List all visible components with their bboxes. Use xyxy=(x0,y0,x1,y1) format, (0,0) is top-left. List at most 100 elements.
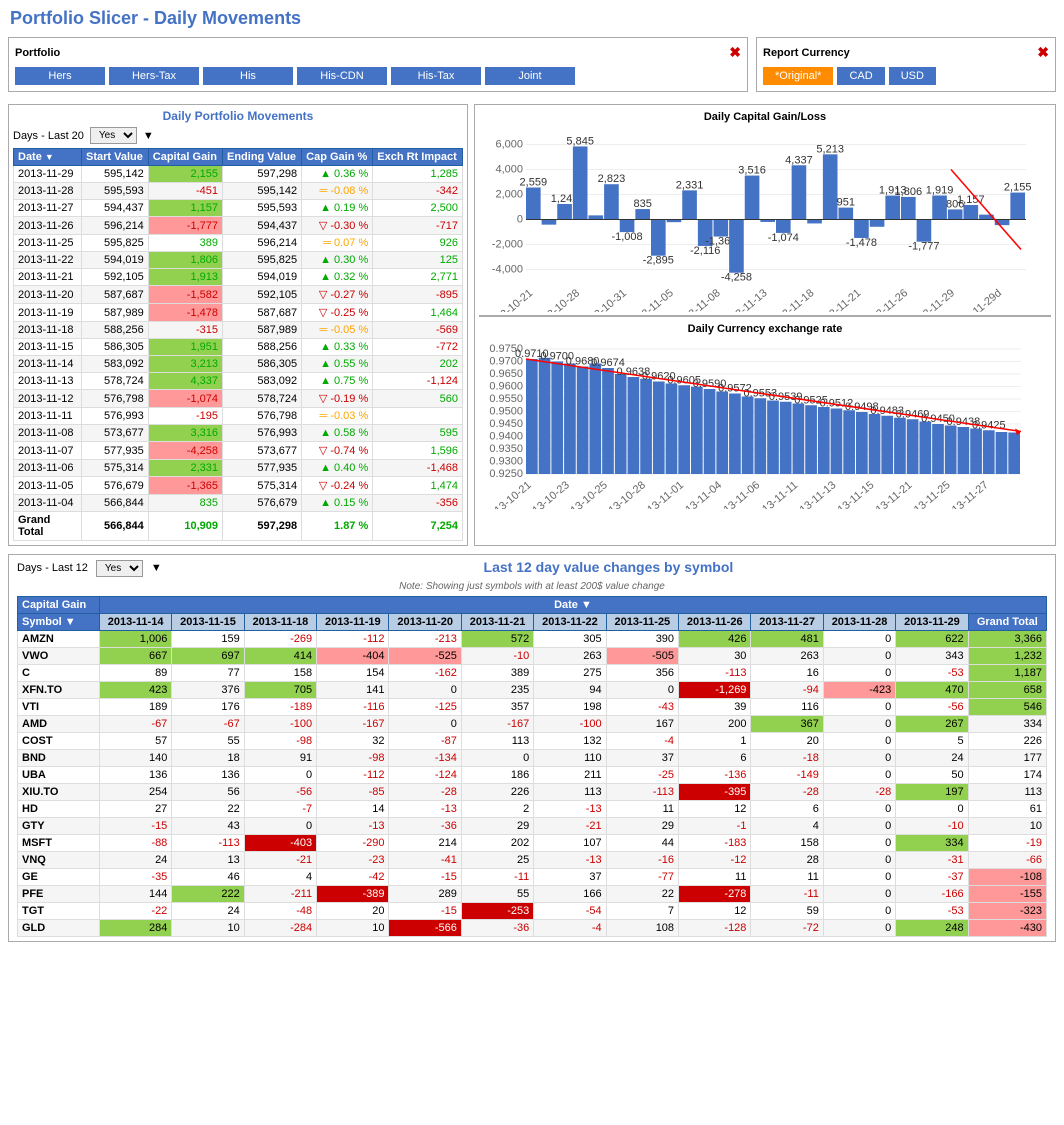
col-header-7: 2013-11-22 xyxy=(534,614,606,631)
list-item: BND1401891-98-1340110376-18024177 xyxy=(18,750,1047,767)
page-title: Portfolio Slicer - Daily Movements xyxy=(0,0,1064,33)
daily-movements-title: Daily Portfolio Movements xyxy=(13,109,463,123)
col-capital-gain: Capital Gain xyxy=(18,597,100,614)
symbol-table-title: Last 12 day value changes by symbol xyxy=(170,559,1047,575)
col-exch-rt: Exch Rt Impact xyxy=(373,149,463,166)
portfolio-close-icon[interactable]: ✖ xyxy=(729,44,741,61)
table-row: 2013-11-11576,993-195576,798═ -0.03 % xyxy=(14,408,463,425)
portfolio-button-his-tax[interactable]: His-Tax xyxy=(391,67,481,85)
col-date: Date ▼ xyxy=(14,149,82,166)
col-header-3: 2013-11-18 xyxy=(244,614,316,631)
portfolio-box: Portfolio ✖ HersHers-TaxHisHis-CDNHis-Ta… xyxy=(8,37,748,92)
svg-text:0.9550: 0.9550 xyxy=(489,393,523,405)
svg-text:0.9650: 0.9650 xyxy=(489,368,523,380)
currency-header: Report Currency ✖ xyxy=(763,44,1049,61)
svg-text:835: 835 xyxy=(634,198,652,210)
svg-text:0: 0 xyxy=(517,214,523,226)
table-row: 2013-11-08573,6773,316576,993▲ 0.58 %595 xyxy=(14,425,463,442)
svg-text:-2,000: -2,000 xyxy=(492,239,523,251)
col-header-5: 2013-11-20 xyxy=(389,614,461,631)
bottom-section: Days - Last 12 Yes ▼ Last 12 day value c… xyxy=(8,554,1056,942)
movements-filter-select[interactable]: Yes No xyxy=(90,127,137,144)
currency-chart-title: Daily Currency exchange rate xyxy=(481,323,1049,335)
col-header-9: 2013-11-26 xyxy=(679,614,751,631)
movements-filter-label: Days - Last 20 xyxy=(13,130,84,142)
table-row: 2013-11-15586,3051,951588,256▲ 0.33 %-77… xyxy=(14,339,463,356)
currency-button-cad[interactable]: CAD xyxy=(837,67,884,85)
portfolio-label: Portfolio xyxy=(15,47,60,59)
symbol-filter-select[interactable]: Yes xyxy=(96,560,143,577)
daily-movements-panel: Daily Portfolio Movements Days - Last 20… xyxy=(8,104,468,546)
svg-text:5,845: 5,845 xyxy=(566,135,594,147)
svg-text:0.9350: 0.9350 xyxy=(489,443,523,455)
symbol-table: Capital GainDate ▼Symbol ▼2013-11-142013… xyxy=(17,596,1047,937)
currency-button-original*[interactable]: *Original* xyxy=(763,67,833,85)
list-item: AMD-67-67-100-1670-167-10016720036702673… xyxy=(18,716,1047,733)
list-item: VWO667697414-404-525-10263-5053026303431… xyxy=(18,648,1047,665)
list-item: XIU.TO25456-56-85-28226113-113-395-28-28… xyxy=(18,784,1047,801)
col-header-4: 2013-11-19 xyxy=(317,614,389,631)
svg-text:0.9450: 0.9450 xyxy=(489,418,523,430)
currency-buttons: *Original*CAD USD xyxy=(763,67,1049,85)
capital-gain-title: Daily Capital Gain/Loss xyxy=(481,111,1049,123)
table-row: 2013-11-12576,798-1,074578,724▽ -0.19 %5… xyxy=(14,390,463,408)
svg-text:2,823: 2,823 xyxy=(598,173,626,185)
col-header-10: 2013-11-27 xyxy=(751,614,823,631)
movements-table: Date ▼ Start Value Capital Gain Ending V… xyxy=(13,148,463,541)
svg-text:0.9400: 0.9400 xyxy=(489,431,523,443)
svg-text:-1,074: -1,074 xyxy=(768,232,799,244)
table-row: 2013-11-06575,3142,331577,935▲ 0.40 %-1,… xyxy=(14,460,463,477)
col-header-8: 2013-11-25 xyxy=(606,614,678,631)
table-row: 2013-11-19587,989-1,478587,687▽ -0.25 %1… xyxy=(14,304,463,322)
portfolio-button-joint[interactable]: Joint xyxy=(485,67,575,85)
list-item: VNQ2413-21-23-4125-13-16-12280-31-66 xyxy=(18,852,1047,869)
capital-gain-chart-section: Daily Capital Gain/Loss -4,000-2,00002,0… xyxy=(475,105,1055,315)
list-item: MSFT-88-113-403-29021420210744-183158033… xyxy=(18,835,1047,852)
table-row: 2013-11-20587,687-1,582592,105▽ -0.27 %-… xyxy=(14,286,463,304)
svg-text:0.9500: 0.9500 xyxy=(489,406,523,418)
table-row: 2013-11-21592,1051,913594,019▲ 0.32 %2,7… xyxy=(14,269,463,286)
svg-text:2,331: 2,331 xyxy=(676,179,704,191)
col-header-13: Grand Total xyxy=(968,614,1046,631)
list-item: GE-35464-42-15-1137-7711110-37-108 xyxy=(18,869,1047,886)
table-row: 2013-11-22594,0191,806595,825▲ 0.30 %125 xyxy=(14,252,463,269)
portfolio-header: Portfolio ✖ xyxy=(15,44,741,61)
symbol-filter-icon[interactable]: ▼ xyxy=(151,562,162,574)
table-row: 2013-11-29595,1422,155597,298▲ 0.36 %1,2… xyxy=(14,166,463,183)
list-item: GTY-15430-13-3629-2129-140-1010 xyxy=(18,818,1047,835)
svg-text:-1,478: -1,478 xyxy=(846,237,877,249)
movements-filter-icon[interactable]: ▼ xyxy=(143,130,154,142)
table-row: 2013-11-14583,0923,213586,305▲ 0.55 %202 xyxy=(14,356,463,373)
currency-button-usd[interactable]: USD xyxy=(889,67,936,85)
svg-text:2,559: 2,559 xyxy=(520,177,548,189)
portfolio-button-his-cdn[interactable]: His-CDN xyxy=(297,67,387,85)
currency-chart-section: Daily Currency exchange rate 0.92500.930… xyxy=(475,317,1055,527)
portfolio-button-hers-tax[interactable]: Hers-Tax xyxy=(109,67,199,85)
list-item: TGT-2224-4820-15-253-54712590-53-323 xyxy=(18,903,1047,920)
list-item: HD2722-714-132-13111260061 xyxy=(18,801,1047,818)
list-item: GLD28410-28410-566-36-4108-128-720248-43… xyxy=(18,920,1047,937)
portfolio-button-his[interactable]: His xyxy=(203,67,293,85)
svg-text:4,000: 4,000 xyxy=(495,164,523,176)
table-row: 2013-11-05576,679-1,365575,314▽ -0.24 %1… xyxy=(14,477,463,495)
svg-text:5,213: 5,213 xyxy=(816,143,844,155)
currency-label: Report Currency xyxy=(763,47,850,59)
list-item: XFN.TO4233767051410235940-1,269-94-42347… xyxy=(18,682,1047,699)
table-row: 2013-11-26596,214-1,777594,437▽ -0.30 %-… xyxy=(14,217,463,235)
currency-close-icon[interactable]: ✖ xyxy=(1037,44,1049,61)
col-header-11: 2013-11-28 xyxy=(823,614,895,631)
col-start-value: Start Value xyxy=(82,149,149,166)
svg-text:2,000: 2,000 xyxy=(495,189,523,201)
svg-text:-2,895: -2,895 xyxy=(643,255,674,267)
symbol-table-subtitle: Note: Showing just symbols with at least… xyxy=(17,581,1047,592)
svg-text:0.9250: 0.9250 xyxy=(489,468,523,480)
table-row: 2013-11-27594,4371,157595,593▲ 0.19 %2,5… xyxy=(14,200,463,217)
svg-text:6,000: 6,000 xyxy=(495,139,523,151)
table-row: 2013-11-25595,825389596,214═ 0.07 %926 xyxy=(14,235,463,252)
col-capital-gain: Capital Gain xyxy=(148,149,222,166)
svg-text:3,516: 3,516 xyxy=(738,165,766,177)
portfolio-button-hers[interactable]: Hers xyxy=(15,67,105,85)
table-row: 2013-11-18588,256-315587,989═ -0.05 %-56… xyxy=(14,322,463,339)
portfolio-buttons: HersHers-TaxHisHis-CDNHis-TaxJoint xyxy=(15,67,741,85)
table-row: 2013-11-13578,7244,337583,092▲ 0.75 %-1,… xyxy=(14,373,463,390)
